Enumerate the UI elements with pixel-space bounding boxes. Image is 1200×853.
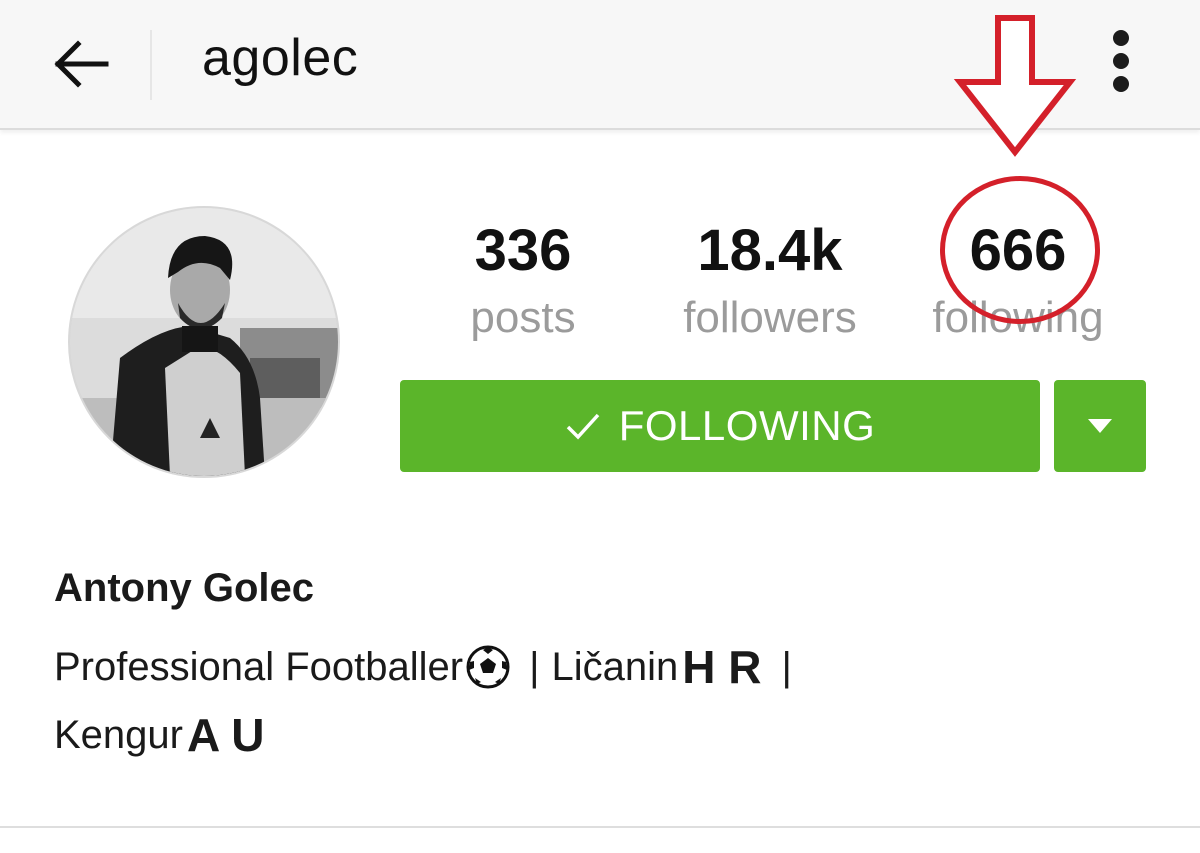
bio-line-1: Professional Footballer | Ličanin H R |: [54, 640, 792, 694]
posts-count: 336: [474, 218, 572, 283]
red-arrow-annotation: [953, 15, 1077, 157]
arrow-left-icon: [54, 40, 109, 88]
posts-stat[interactable]: 336 posts: [413, 218, 633, 346]
followers-count: 18.4k: [697, 218, 843, 283]
bio-text-2: Kengur: [54, 712, 183, 757]
profile-full-name: Antony Golec: [54, 566, 315, 610]
avatar-photo: [70, 208, 338, 476]
following-button-label: FOLLOWING: [618, 402, 876, 449]
bio-separator: |: [529, 644, 540, 689]
suggestions-dropdown-button[interactable]: [1054, 380, 1146, 472]
soccer-ball-icon: [465, 644, 511, 690]
bio-place: Ličanin: [551, 644, 679, 689]
followers-label: followers: [683, 293, 857, 342]
back-button[interactable]: [40, 26, 120, 102]
header-divider: [150, 30, 152, 100]
following-button[interactable]: FOLLOWING: [400, 380, 1040, 472]
bio-flag-hr: H R: [682, 641, 762, 693]
caret-down-icon: [1088, 419, 1112, 433]
profile-avatar[interactable]: [68, 206, 340, 478]
bio-flag-au: A U: [186, 709, 265, 761]
posts-label: posts: [470, 293, 576, 342]
section-divider: [0, 826, 1200, 828]
check-icon: [565, 411, 601, 441]
bio-separator-2: |: [781, 644, 792, 689]
bio-line-2: Kengur A U: [54, 708, 269, 762]
more-vertical-icon: [1113, 30, 1129, 46]
bio-text: Professional Footballer: [54, 644, 464, 689]
red-circle-annotation: [940, 176, 1100, 324]
followers-stat[interactable]: 18.4k followers: [660, 218, 880, 346]
more-options-button[interactable]: [1100, 26, 1144, 96]
profile-username: agolec: [202, 29, 359, 87]
